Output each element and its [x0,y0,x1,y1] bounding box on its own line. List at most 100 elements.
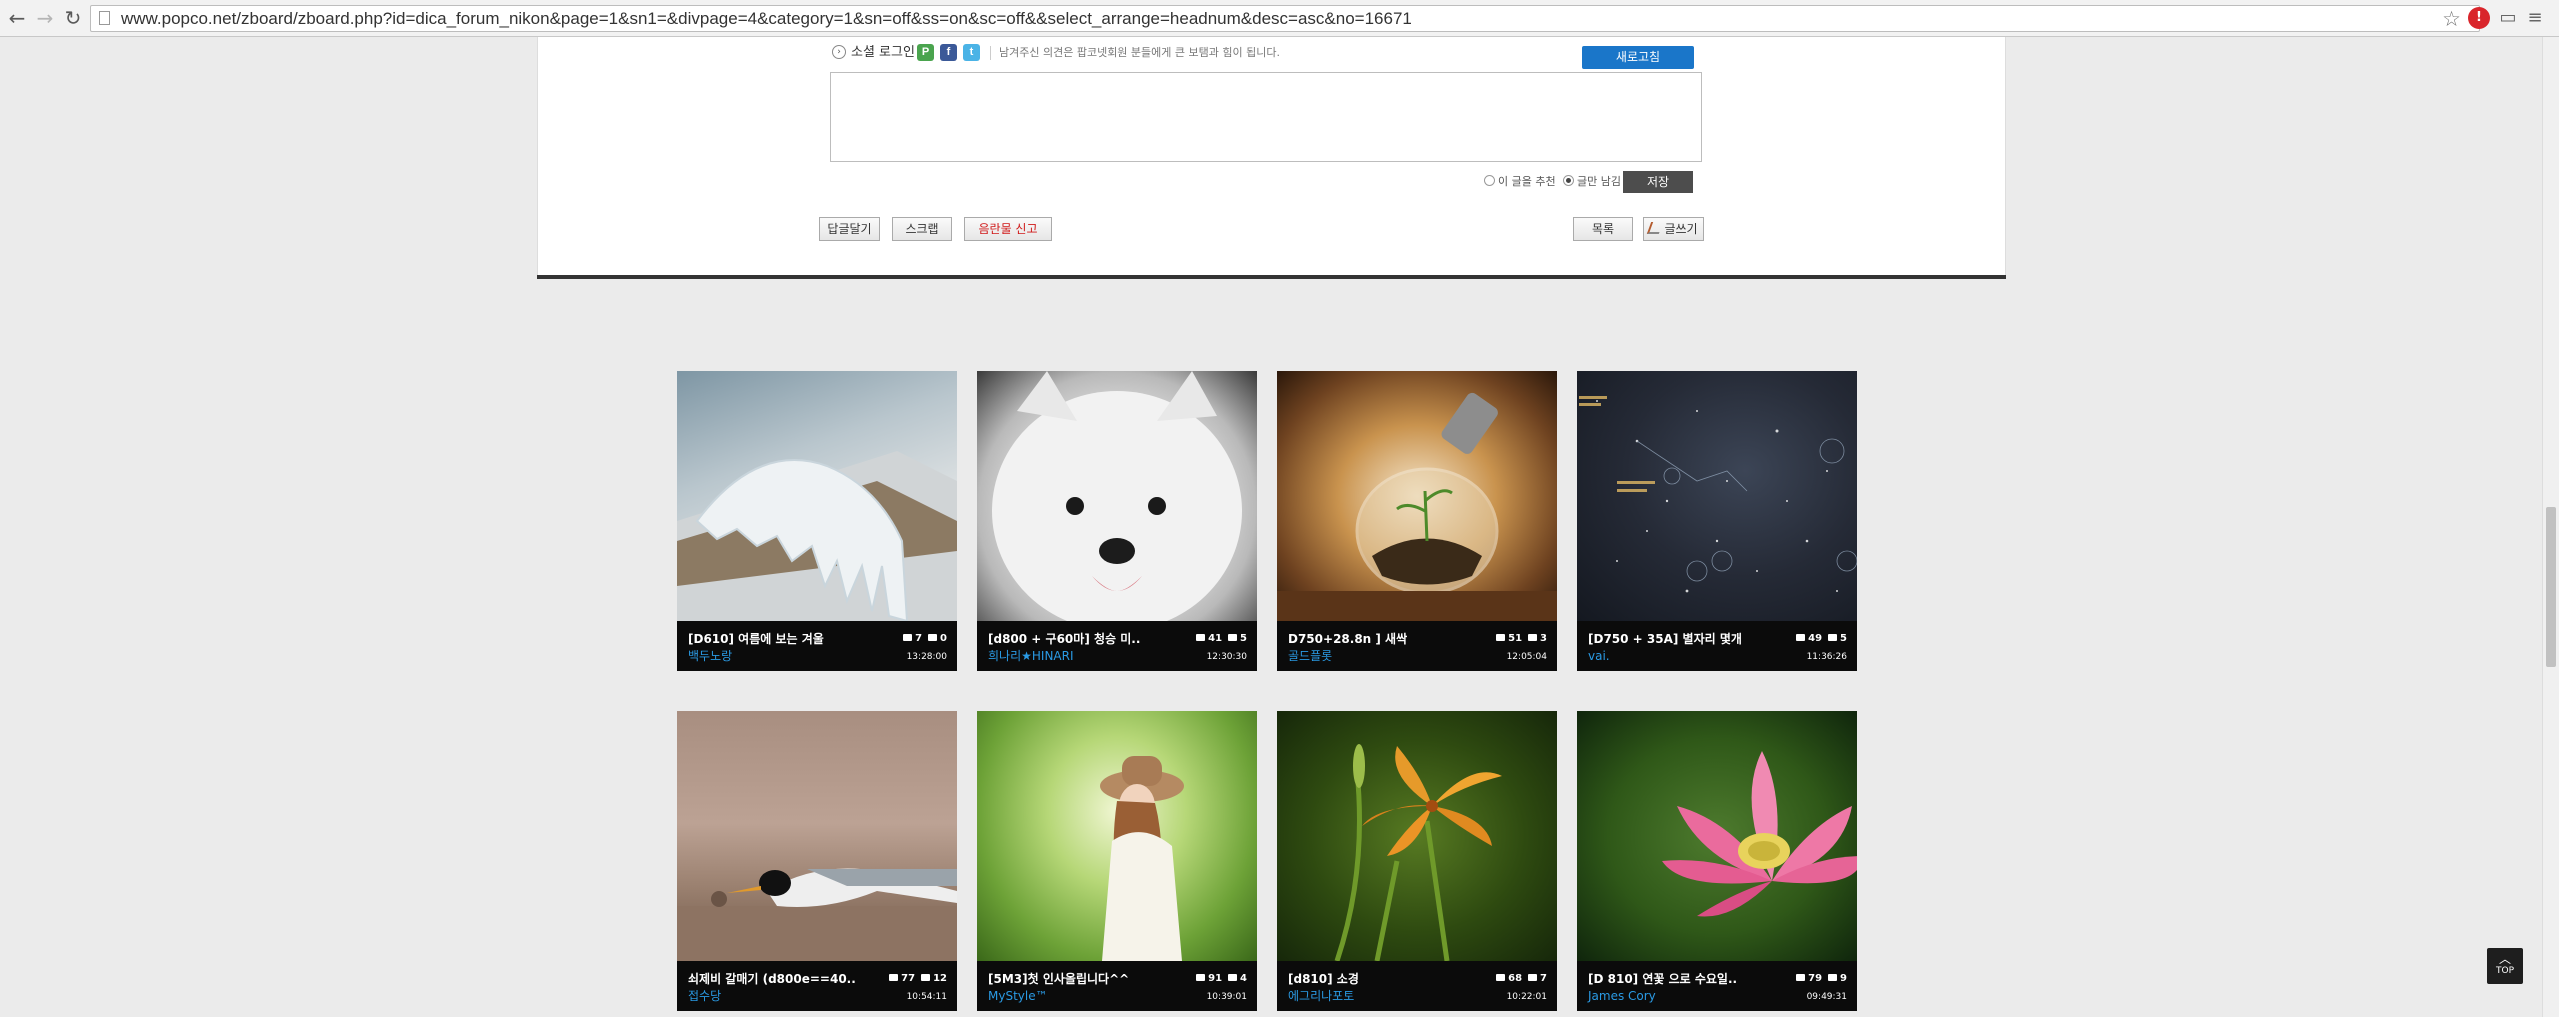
card-author[interactable]: 접수당 [688,989,721,1003]
comment-count-icon [1828,974,1838,981]
card-title[interactable]: [D750 + 35A] 별자리 몇개 [1588,632,1742,646]
card-author[interactable]: 백두노랑 [688,649,732,663]
radio-button[interactable] [1484,175,1495,186]
gallery-card[interactable]: [D750 + 35A] 별자리 몇개 49 5 vai. 11:36:26 [1577,371,1857,671]
social-login-label: 소셜 로그인 [851,45,915,60]
card-info: [D610] 여름에 보는 겨울 70 백두노랑 13:28:00 [677,621,957,671]
card-stats: 79 9 [1790,972,1847,986]
card-info: [d810] 소경 68 7 에그리나포토 10:22:01 [1277,961,1557,1011]
url-text: www.popco.net/zboard/zboard.php?id=dica_… [121,9,1412,28]
gallery-card[interactable]: [D610] 여름에 보는 겨울 70 백두노랑 13:28:00 [677,371,957,671]
report-button[interactable]: 음란물 신고 [964,217,1052,241]
card-stats: 49 5 [1790,632,1847,646]
gallery-card[interactable]: [5M3]첫 인사올립니다^^ 91 4 MyStyle™ 10:39:01 [977,711,1257,1011]
comment-count-icon [921,974,931,981]
extension-icon[interactable]: ! [2468,7,2490,29]
back-to-top-label: TOP [2495,966,2514,976]
recommend-radio[interactable]: 이 글을 추천 [1484,175,1556,189]
thumbnail-lily-flower[interactable] [1277,711,1557,961]
cast-icon[interactable]: ▭ [2498,8,2518,28]
thumbnail-star-map[interactable] [1577,371,1857,621]
bookmark-star-icon[interactable]: ☆ [2442,7,2461,32]
thumbnail-tern-bird[interactable] [677,711,957,961]
card-stats: 77 12 [883,972,947,986]
address-bar[interactable]: www.popco.net/zboard/zboard.php?id=dica_… [90,5,2480,32]
comment-count: 5 [1240,633,1247,644]
menu-icon[interactable]: ≡ [2525,8,2545,28]
reply-button[interactable]: 답글달기 [819,217,880,241]
card-info: 쇠제비 갈매기 (d800e==40.. 77 12 접수당 10:54:11 [677,961,957,1011]
panel-divider [537,275,2006,279]
card-author[interactable]: 에그리나포토 [1288,989,1354,1003]
card-author[interactable]: vai. [1588,649,1610,663]
card-time: 09:49:31 [1806,992,1847,1002]
back-to-top-button[interactable]: ︿ TOP [2487,948,2523,984]
thumbnail-lotus-flower[interactable] [1577,711,1857,961]
view-count: 49 [1808,633,1823,644]
comment-count: 0 [940,633,947,644]
comment-count-icon [1228,974,1238,981]
card-time: 12:30:30 [1206,652,1247,662]
comment-count: 12 [933,973,947,984]
comment-count-icon [1528,974,1538,981]
save-button[interactable]: 저장 [1623,171,1693,193]
scrollbar-thumb[interactable] [2546,507,2556,667]
comment-only-radio-label: 글만 남김 [1577,175,1621,188]
thumbnail-ice-roof[interactable] [677,371,957,621]
popco-login-icon[interactable]: P [917,44,934,61]
write-button[interactable]: 글쓰기 [1643,217,1704,241]
twitter-login-icon[interactable]: t [963,44,980,61]
refresh-button[interactable]: 새로고침 [1582,46,1694,69]
comment-only-radio[interactable]: 글만 남김 [1563,175,1621,189]
comment-count-icon [928,634,938,641]
page-icon [99,11,110,25]
card-author[interactable]: 골드플롯 [1288,649,1332,663]
comment-count-icon [1828,634,1838,641]
facebook-login-icon[interactable]: f [940,44,957,61]
gallery-card[interactable]: [D 810] 연꽃 으로 수요일.. 79 9 James Cory 09:49… [1577,711,1857,1011]
comment-textarea[interactable] [830,72,1702,162]
card-stats: 51 3 [1490,632,1547,646]
card-stats: 41 5 [1190,632,1247,646]
card-info: [D750 + 35A] 별자리 몇개 49 5 vai. 11:36:26 [1577,621,1857,671]
comment-count: 7 [1540,973,1547,984]
reload-icon[interactable]: ↻ [62,7,84,29]
card-title[interactable]: [5M3]첫 인사올립니다^^ [988,972,1129,986]
card-title[interactable]: [D 810] 연꽃 으로 수요일.. [1588,972,1737,986]
thumbnail-woman-hat[interactable] [977,711,1257,961]
card-title[interactable]: [d810] 소경 [1288,972,1359,986]
card-author[interactable]: James Cory [1588,989,1656,1003]
card-title[interactable]: [d800 + 구60마] 청승 미.. [988,632,1140,646]
radio-button-checked[interactable] [1563,175,1574,186]
comment-count-icon [1228,634,1238,641]
forward-icon[interactable]: → [34,7,56,29]
card-title[interactable]: 쇠제비 갈매기 (d800e==40.. [688,972,856,986]
page-scrollbar[interactable] [2542,37,2559,1017]
thumbnail-bulb-sprout[interactable] [1277,371,1557,621]
card-time: 10:54:11 [906,992,947,1002]
card-title[interactable]: [D610] 여름에 보는 겨울 [688,632,824,646]
comment-count-icon [1528,634,1538,641]
view-count: 79 [1808,973,1823,984]
view-count-icon [1496,634,1506,641]
gallery-card[interactable]: [d800 + 구60마] 청승 미.. 41 5 희나리★HINARI 12:3… [977,371,1257,671]
view-count-icon [1496,974,1506,981]
thumbnail-white-dog[interactable] [977,371,1257,621]
back-icon[interactable]: ← [6,7,28,29]
card-stats: 70 [897,632,947,646]
card-title[interactable]: D750+28.8n ] 새싹 [1288,632,1407,646]
gallery-card[interactable]: [d810] 소경 68 7 에그리나포토 10:22:01 [1277,711,1557,1011]
comment-count: 5 [1840,633,1847,644]
view-count: 7 [915,633,923,644]
card-author[interactable]: MyStyle™ [988,989,1048,1003]
gallery-card[interactable]: D750+28.8n ] 새싹 51 3 골드플롯 12:05:04 [1277,371,1557,671]
card-author[interactable]: 희나리★HINARI [988,649,1074,663]
pencil-icon [1647,222,1664,234]
list-button[interactable]: 목록 [1573,217,1633,241]
browser-toolbar: ← → ↻ www.popco.net/zboard/zboard.php?id… [0,0,2559,37]
view-count: 51 [1508,633,1523,644]
view-count-icon [1796,974,1806,981]
scrap-button[interactable]: 스크랩 [892,217,952,241]
gallery-card[interactable]: 쇠제비 갈매기 (d800e==40.. 77 12 접수당 10:54:11 [677,711,957,1011]
view-count: 68 [1508,973,1523,984]
